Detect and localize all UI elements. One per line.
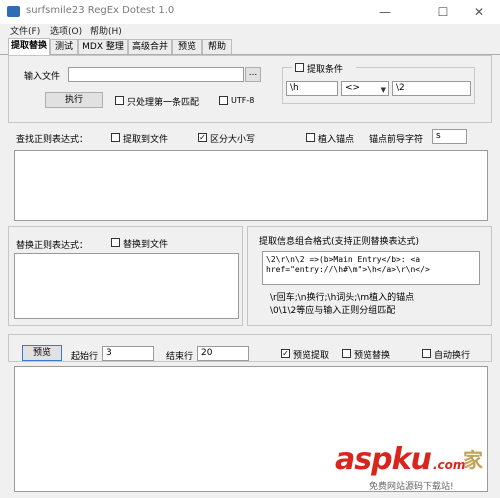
menu-options[interactable]: 选项(O) [50, 24, 82, 37]
auto-wrap-label: 自动换行 [434, 351, 471, 361]
menu-file[interactable]: 文件(F) [10, 24, 40, 37]
start-line-input[interactable]: 3 [102, 346, 154, 361]
condition-operator-select[interactable]: <> ▼ [341, 81, 389, 96]
format-help-line-1: \r回车;\n换行;\h词头;\m植入的锚点 [270, 293, 415, 303]
utf8-label: UTF-8 [231, 96, 255, 105]
find-regex-textarea[interactable] [14, 150, 488, 221]
find-regex-label: 查找正则表达式： [16, 135, 89, 145]
tab-advanced-merge[interactable]: 高级合并 [128, 39, 172, 54]
tab-help[interactable]: 帮助 [202, 39, 232, 54]
app-icon [7, 6, 20, 17]
case-sensitive-label: 区分大小写 [210, 135, 256, 145]
preview-replace-label: 预览替换 [354, 351, 391, 361]
replace-to-file-label: 替换到文件 [123, 240, 169, 250]
anchor-prefix-label: 锚点前导字符 [369, 135, 424, 145]
watermark-slogan: 免费网站源码下载站! [369, 482, 454, 492]
tab-preview[interactable]: 预览 [172, 39, 202, 54]
tab-test[interactable]: 测试 [50, 39, 78, 54]
browse-button[interactable]: ... [245, 67, 261, 82]
start-line-label: 起始行 [71, 352, 99, 362]
input-file-field[interactable] [68, 67, 244, 82]
first-match-only-label: 只处理第一条匹配 [127, 98, 200, 108]
menu-help[interactable]: 帮助(H) [90, 24, 122, 37]
format-textarea[interactable]: \2\r\n\2 =>(b>Main Entry</b>: <a href="e… [262, 251, 480, 285]
replace-regex-label: 替换正则表达式： [16, 241, 89, 251]
utf8-checkbox[interactable] [219, 96, 228, 105]
close-button[interactable]: ✕ [456, 0, 500, 24]
format-help-line-2: \0\1\2等应与输入正则分组匹配 [270, 306, 396, 316]
condition-label: 提取条件 [307, 65, 344, 75]
extract-to-file-checkbox[interactable] [111, 133, 120, 142]
end-line-input[interactable]: 20 [197, 346, 249, 361]
replace-to-file-checkbox[interactable] [111, 238, 120, 247]
preview-extract-label: 预览提取 [293, 351, 330, 361]
tab-mdx[interactable]: MDX 整理 [78, 39, 128, 54]
format-code-line-2: href="entry://\h#\m">\h</a>\r\n</> [266, 265, 430, 274]
minimize-button[interactable]: — [362, 0, 408, 24]
preview-button[interactable]: 预览 [22, 345, 62, 361]
insert-anchor-label: 植入锚点 [318, 135, 355, 145]
case-sensitive-checkbox[interactable]: ✓ [198, 133, 207, 142]
watermark-domain: .com [433, 458, 466, 472]
anchor-prefix-input[interactable]: s [432, 129, 467, 144]
run-button[interactable]: 执行 [45, 92, 103, 108]
watermark-brand: aspku [335, 442, 432, 477]
window-title: surfsmile23 RegEx Dotest 1.0 [26, 5, 175, 16]
extract-to-file-label: 提取到文件 [123, 135, 169, 145]
insert-anchor-checkbox[interactable] [306, 133, 315, 142]
site-watermark: aspku .com 家 免费网站源码下载站! [335, 442, 495, 494]
condition-legend: 提取条件 [292, 61, 356, 75]
format-title: 提取信息组合格式(支持正则替换表达式) [259, 237, 420, 247]
condition-checkbox[interactable] [295, 63, 304, 72]
chevron-down-icon: ▼ [380, 86, 386, 94]
condition-field-1[interactable]: \h [286, 81, 338, 96]
condition-operator-value: <> [345, 83, 361, 93]
input-file-label: 输入文件 [24, 72, 61, 82]
end-line-label: 结束行 [166, 352, 194, 362]
tab-extract-replace[interactable]: 提取替换 [8, 38, 50, 55]
watermark-glyph: 家 [463, 448, 483, 472]
preview-extract-checkbox[interactable]: ✓ [281, 349, 290, 358]
first-match-only-checkbox[interactable] [115, 96, 124, 105]
auto-wrap-checkbox[interactable] [422, 349, 431, 358]
condition-field-2[interactable]: \2 [392, 81, 471, 96]
preview-replace-checkbox[interactable] [342, 349, 351, 358]
format-code-line-1: \2\r\n\2 =>(b>Main Entry</b>: <a [266, 255, 421, 264]
replace-regex-textarea[interactable] [14, 253, 239, 319]
